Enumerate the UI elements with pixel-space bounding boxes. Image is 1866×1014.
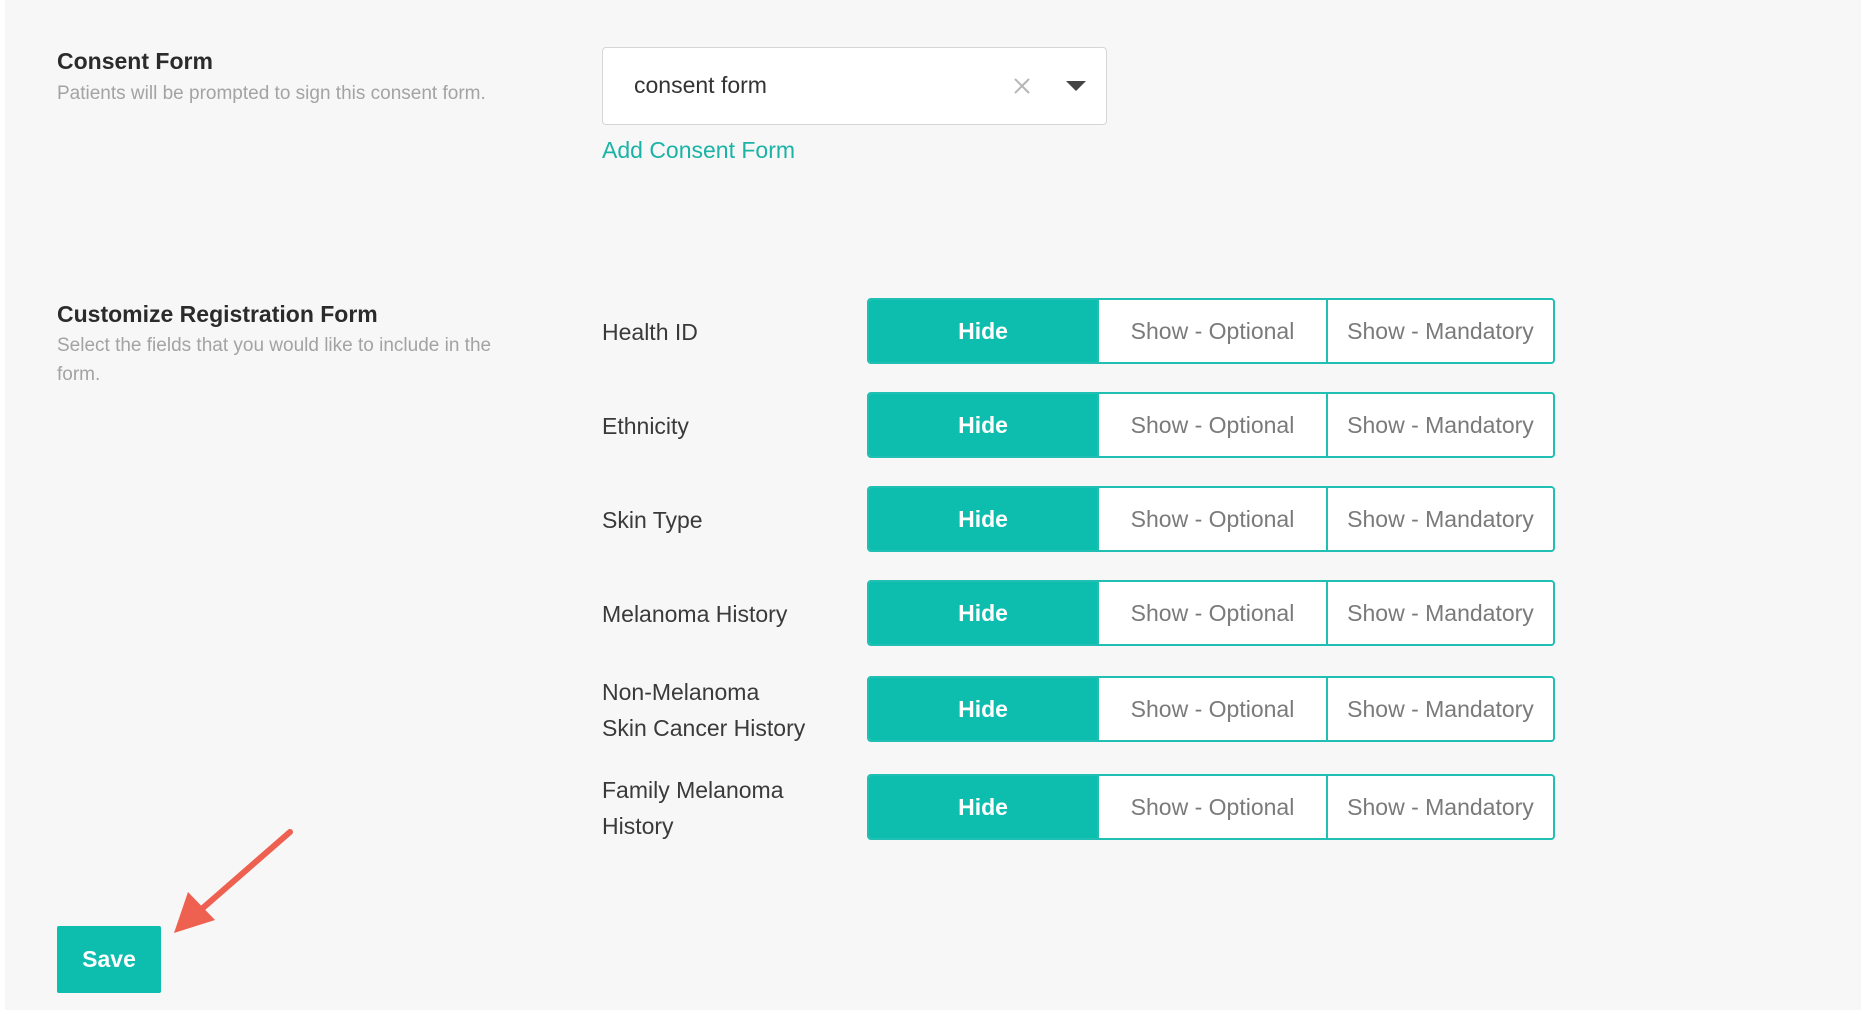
- field-label-melanoma-history: Melanoma History: [602, 601, 788, 627]
- field-label-line-2: History: [602, 813, 674, 839]
- add-consent-form-link[interactable]: Add Consent Form: [602, 137, 795, 164]
- hide-option[interactable]: Hide: [869, 582, 1097, 644]
- field-label-line-1: Family Melanoma: [602, 777, 784, 803]
- caret-down-icon[interactable]: [1065, 79, 1087, 93]
- hide-option[interactable]: Hide: [869, 488, 1097, 550]
- show-mandatory-option[interactable]: Show - Mandatory: [1326, 678, 1553, 740]
- show-optional-option[interactable]: Show - Optional: [1097, 488, 1326, 550]
- show-mandatory-option[interactable]: Show - Mandatory: [1326, 300, 1553, 362]
- save-button[interactable]: Save: [57, 926, 161, 993]
- field-label-non-melanoma-skin-cancer-history: Non-Melanoma Skin Cancer History: [602, 674, 805, 746]
- show-optional-option[interactable]: Show - Optional: [1097, 582, 1326, 644]
- show-optional-option[interactable]: Show - Optional: [1097, 678, 1326, 740]
- show-optional-option[interactable]: Show - Optional: [1097, 300, 1326, 362]
- show-optional-option[interactable]: Show - Optional: [1097, 776, 1326, 838]
- hide-option[interactable]: Hide: [869, 678, 1097, 740]
- show-optional-option[interactable]: Show - Optional: [1097, 394, 1326, 456]
- close-icon[interactable]: [1011, 75, 1033, 97]
- toggle-group-family-melanoma-history: Hide Show - Optional Show - Mandatory: [867, 774, 1555, 840]
- hide-option[interactable]: Hide: [869, 300, 1097, 362]
- hide-option[interactable]: Hide: [869, 776, 1097, 838]
- field-label-health-id: Health ID: [602, 319, 698, 345]
- arrow-annotation-icon: [174, 829, 293, 933]
- field-label-skin-type: Skin Type: [602, 507, 703, 533]
- field-label-ethnicity: Ethnicity: [602, 413, 689, 439]
- show-mandatory-option[interactable]: Show - Mandatory: [1326, 394, 1553, 456]
- show-mandatory-option[interactable]: Show - Mandatory: [1326, 488, 1553, 550]
- toggle-group-non-melanoma-skin-cancer-history: Hide Show - Optional Show - Mandatory: [867, 676, 1555, 742]
- hide-option[interactable]: Hide: [869, 394, 1097, 456]
- toggle-group-ethnicity: Hide Show - Optional Show - Mandatory: [867, 392, 1555, 458]
- toggle-group-skin-type: Hide Show - Optional Show - Mandatory: [867, 486, 1555, 552]
- consent-form-select-value: consent form: [634, 72, 767, 98]
- consent-form-select[interactable]: consent form: [602, 47, 1107, 125]
- registration-form-description: Select the fields that you would like to…: [57, 335, 492, 385]
- field-label-line-1: Non-Melanoma: [602, 679, 760, 705]
- toggle-group-health-id: Hide Show - Optional Show - Mandatory: [867, 298, 1555, 364]
- registration-form-title: Customize Registration Form: [57, 301, 378, 327]
- consent-form-title: Consent Form: [57, 48, 213, 74]
- field-label-family-melanoma-history: Family Melanoma History: [602, 772, 784, 844]
- toggle-group-melanoma-history: Hide Show - Optional Show - Mandatory: [867, 580, 1555, 646]
- consent-form-description: Patients will be prompted to sign this c…: [57, 83, 486, 104]
- show-mandatory-option[interactable]: Show - Mandatory: [1326, 776, 1553, 838]
- show-mandatory-option[interactable]: Show - Mandatory: [1326, 582, 1553, 644]
- field-label-line-2: Skin Cancer History: [602, 715, 806, 741]
